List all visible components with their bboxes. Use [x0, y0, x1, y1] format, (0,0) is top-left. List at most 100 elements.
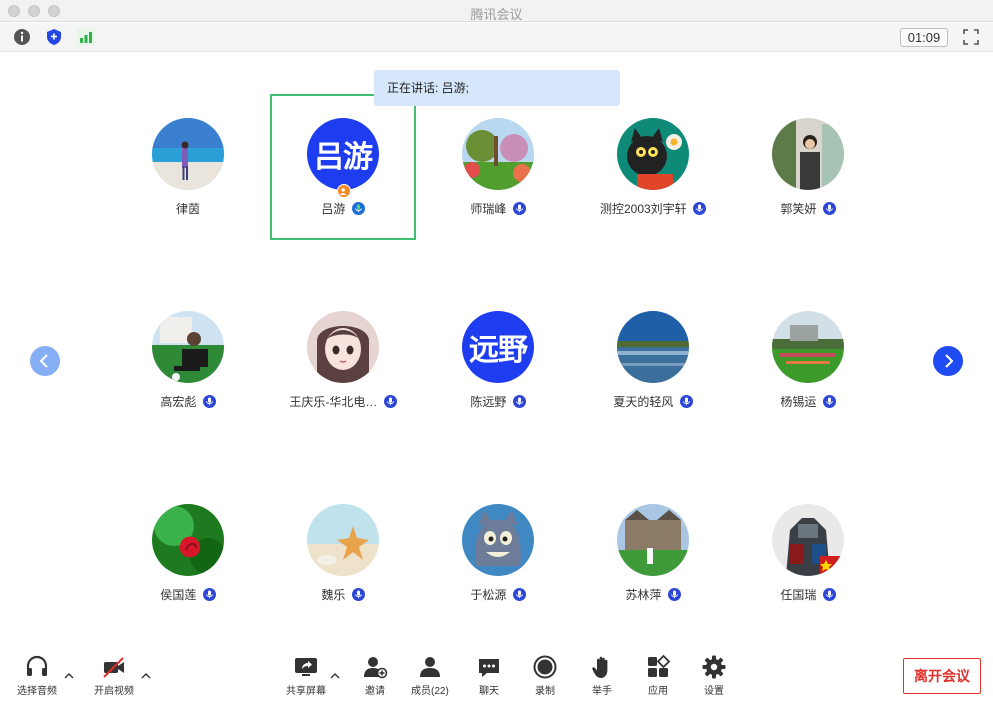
microphone-icon: [822, 202, 836, 215]
participant-tile[interactable]: 夏天的轻风: [580, 287, 726, 433]
record-icon: [533, 655, 557, 679]
record-button[interactable]: 录制: [532, 654, 558, 697]
share-options-chevron-up-icon[interactable]: [330, 672, 340, 680]
members-button[interactable]: 成员(22): [411, 654, 449, 697]
members-icon: [419, 657, 440, 677]
participant-name: 测控2003刘宇轩: [599, 202, 687, 216]
participant-name: 苏林萍: [625, 588, 662, 602]
chat-label: 聊天: [479, 686, 499, 697]
participant-avatar: [617, 311, 689, 383]
participant-tile[interactable]: 魏乐: [270, 480, 416, 626]
raise-hand-button[interactable]: 举手: [589, 654, 615, 697]
leave-meeting-button[interactable]: 离开会议: [903, 658, 981, 694]
video-options-chevron-up-icon[interactable]: [141, 672, 151, 680]
participant-avatar: [617, 118, 689, 190]
participant-avatar: 远野: [462, 311, 534, 383]
participant-avatar: [152, 118, 224, 190]
fullscreen-icon[interactable]: [962, 28, 980, 46]
participant-name: 吕游: [321, 202, 346, 216]
chat-button[interactable]: 聊天: [476, 654, 502, 697]
start-video-label: 开启视频: [94, 686, 134, 697]
participant-tile[interactable]: 高宏彪: [115, 287, 261, 433]
chat-icon: [479, 659, 499, 677]
speaking-name: 吕游;: [441, 81, 470, 95]
participant-name-row: 郭笑妍: [705, 200, 911, 217]
participant-tile[interactable]: 师瑞峰: [425, 94, 571, 240]
participant-tile[interactable]: 测控2003刘宇轩: [580, 94, 726, 240]
settings-label: 设置: [704, 686, 724, 697]
record-label: 录制: [535, 686, 555, 697]
raise-hand-icon: [592, 656, 608, 678]
microphone-icon: [667, 588, 681, 601]
participant-name: 律茵: [175, 202, 200, 216]
participant-name: 陈远野: [470, 395, 507, 409]
security-shield-icon[interactable]: [45, 28, 63, 46]
participant-tile[interactable]: 任国瑞: [735, 480, 881, 626]
members-label: 成员(22): [411, 686, 449, 697]
next-page-button[interactable]: [933, 346, 963, 376]
participant-avatar: [462, 118, 534, 190]
participant-tile[interactable]: 侯国莲: [115, 480, 261, 626]
participant-name: 郭笑妍: [780, 202, 817, 216]
microphone-icon: [822, 395, 836, 408]
microphone-icon: [512, 202, 526, 215]
participant-tile[interactable]: 律茵: [115, 94, 261, 240]
speaking-prefix: 正在讲话:: [387, 81, 442, 95]
apps-button[interactable]: 应用: [645, 654, 671, 697]
participant-name: 杨锡运: [780, 395, 817, 409]
participant-avatar: [307, 311, 379, 383]
microphone-icon: [351, 202, 365, 215]
participant-name-row: 杨锡运: [705, 393, 911, 410]
network-signal-icon[interactable]: [77, 28, 95, 46]
info-icon[interactable]: [13, 28, 31, 46]
participant-avatar: [152, 311, 224, 383]
participant-name: 于松源: [470, 588, 507, 602]
participant-tile[interactable]: 杨锡运: [735, 287, 881, 433]
gear-icon: [702, 655, 726, 679]
participant-name: 侯国莲: [160, 588, 197, 602]
video-off-icon: [103, 657, 124, 678]
participant-avatar: [617, 504, 689, 576]
settings-button[interactable]: 设置: [701, 654, 727, 697]
title-bar: 腾讯会议: [0, 0, 993, 22]
raise-hand-label: 举手: [592, 686, 612, 697]
share-screen-button[interactable]: 共享屏幕: [286, 654, 326, 697]
start-video-button[interactable]: 开启视频: [94, 654, 134, 697]
microphone-icon: [512, 395, 526, 408]
share-screen-icon: [295, 658, 317, 676]
select-audio-label: 选择音频: [17, 686, 57, 697]
participant-tile[interactable]: 王庆乐-华北电…: [270, 287, 416, 433]
host-badge-icon: [337, 184, 351, 198]
headset-icon: [26, 655, 48, 676]
participant-tile[interactable]: 吕游 吕游: [270, 94, 416, 240]
speaking-indicator: 正在讲话: 吕游;: [374, 70, 620, 106]
info-bar: 01:09: [0, 23, 993, 52]
audio-options-chevron-up-icon[interactable]: [64, 672, 74, 680]
meeting-window: 腾讯会议 01:09 正在讲话: 吕游; 律茵 吕游 吕游 师瑞峰 测控2003…: [0, 0, 993, 702]
share-screen-label: 共享屏幕: [286, 686, 326, 697]
participant-name: 高宏彪: [160, 395, 197, 409]
microphone-icon: [679, 395, 693, 408]
participant-avatar: [772, 504, 844, 576]
chevron-right-icon: [945, 354, 954, 368]
select-audio-button[interactable]: 选择音频: [17, 654, 57, 697]
participant-name: 任国瑞: [780, 588, 817, 602]
previous-page-button[interactable]: [30, 346, 60, 376]
apps-icon: [648, 654, 671, 677]
participant-name: 王庆乐-华北电…: [289, 395, 378, 409]
participant-avatar: 吕游: [307, 118, 379, 190]
participant-avatar: [772, 118, 844, 190]
microphone-icon: [202, 588, 216, 601]
participant-tile[interactable]: 远野陈远野: [425, 287, 571, 433]
participant-tile[interactable]: 郭笑妍: [735, 94, 881, 240]
add-person-icon: [364, 657, 388, 679]
participant-avatar: [772, 311, 844, 383]
meeting-timer: 01:09: [900, 28, 948, 47]
participant-tile[interactable]: 于松源: [425, 480, 571, 626]
window-title: 腾讯会议: [470, 7, 523, 22]
participant-tile[interactable]: 苏林萍: [580, 480, 726, 626]
microphone-icon: [351, 588, 365, 601]
invite-button[interactable]: 邀请: [362, 654, 388, 697]
participant-name-row: 任国瑞: [705, 586, 911, 603]
chevron-left-icon: [39, 354, 48, 368]
